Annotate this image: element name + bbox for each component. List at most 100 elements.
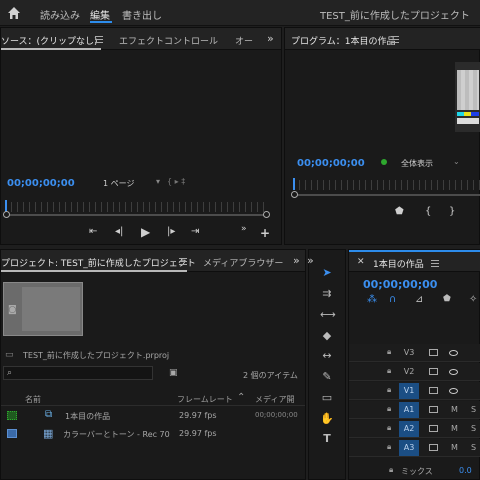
home-icon[interactable]: [6, 5, 22, 21]
tab-source[interactable]: ソース：(クリップなし): [1, 34, 98, 47]
item-name[interactable]: 1本目の作品: [65, 411, 110, 422]
lock-icon[interactable]: 🔒︎: [387, 385, 391, 395]
lock-icon[interactable]: 🔒︎: [387, 423, 391, 433]
sequence-tab[interactable]: 1本目の作品: [373, 257, 424, 270]
tab-audio-mixer[interactable]: オー: [235, 34, 253, 47]
label-color-icon[interactable]: [7, 429, 17, 438]
program-ruler[interactable]: [293, 180, 480, 190]
tab-effect-controls[interactable]: エフェクトコントロール: [119, 34, 218, 47]
track-target-v3[interactable]: V3: [399, 345, 419, 361]
step-back-icon[interactable]: ◂|: [115, 226, 123, 237]
sync-lock-icon[interactable]: [429, 349, 438, 356]
track-target-v1[interactable]: V1: [399, 383, 419, 399]
lock-icon[interactable]: 🔒︎: [387, 366, 391, 376]
lock-icon[interactable]: 🔒︎: [387, 347, 391, 357]
add-marker-icon[interactable]: ⬟: [395, 206, 404, 217]
source-zoom-bar[interactable]: [5, 214, 269, 216]
sync-lock-icon[interactable]: [429, 406, 438, 413]
tab-import[interactable]: 読み込み: [40, 7, 80, 22]
mute-button[interactable]: M: [451, 443, 458, 452]
mix-value[interactable]: 0.0: [459, 466, 472, 475]
go-to-in-icon[interactable]: ⇤: [89, 226, 97, 237]
render-status-icon: [381, 159, 387, 165]
item-count: 2 個のアイテム: [243, 371, 298, 380]
zoom-handle-right[interactable]: [263, 211, 270, 218]
step-forward-icon[interactable]: |▸: [167, 226, 175, 237]
sync-lock-icon[interactable]: [429, 444, 438, 451]
project-thumbnail[interactable]: ◙: [3, 282, 83, 336]
track-select-tool-icon[interactable]: ⇉: [320, 287, 334, 301]
solo-button[interactable]: S: [471, 443, 476, 452]
add-button-icon[interactable]: +: [260, 226, 270, 240]
source-timecode[interactable]: 00;00;00;00: [7, 178, 75, 189]
new-bin-icon[interactable]: ▣: [169, 368, 178, 378]
program-timecode[interactable]: 00;00;00;00: [297, 158, 365, 169]
sync-lock-icon[interactable]: [429, 387, 438, 394]
hand-tool-icon[interactable]: ✋: [320, 412, 334, 426]
mark-in-icon[interactable]: {: [425, 206, 431, 217]
track-target-a3[interactable]: A3: [399, 440, 419, 456]
solo-button[interactable]: S: [471, 405, 476, 414]
lock-icon[interactable]: 🔒︎: [387, 442, 391, 452]
mark-out-icon[interactable]: }: [449, 206, 455, 217]
sync-lock-icon[interactable]: [429, 368, 438, 375]
sync-lock-icon[interactable]: [429, 425, 438, 432]
overflow-chevron-icon[interactable]: »: [307, 254, 314, 267]
overflow-chevron-icon[interactable]: »: [267, 32, 274, 45]
slip-tool-icon[interactable]: ↔: [320, 349, 334, 363]
zoom-handle-left[interactable]: [291, 191, 298, 198]
zoom-handle-left[interactable]: [3, 211, 10, 218]
column-framerate[interactable]: フレームレート: [177, 394, 233, 405]
mute-button[interactable]: M: [451, 405, 458, 414]
overflow-chevron-icon[interactable]: »: [241, 224, 247, 234]
lock-icon[interactable]: 🔒︎: [387, 404, 391, 414]
search-input[interactable]: ⌕: [3, 366, 153, 380]
mute-button[interactable]: M: [451, 424, 458, 433]
eye-icon[interactable]: [449, 388, 458, 394]
close-icon[interactable]: ✕: [357, 257, 365, 267]
sort-up-icon[interactable]: ⌃: [237, 392, 245, 403]
pen-tool-icon[interactable]: ✎: [320, 370, 334, 384]
nest-icon[interactable]: ⁂: [367, 294, 377, 305]
go-to-out-icon[interactable]: ⇥: [191, 226, 199, 237]
timeline-timecode[interactable]: 00;00;00;00: [363, 278, 437, 291]
panel-menu-icon[interactable]: [391, 36, 399, 43]
track-target-v2[interactable]: V2: [399, 364, 419, 380]
play-icon[interactable]: ▶: [141, 225, 150, 239]
lock-icon[interactable]: 🔒︎: [389, 465, 393, 475]
ripple-edit-tool-icon[interactable]: ⟷: [320, 308, 336, 322]
tab-edit[interactable]: 編集: [90, 7, 110, 22]
settings-icon[interactable]: ✧: [469, 294, 477, 305]
rectangle-tool-icon[interactable]: ▭: [320, 391, 334, 405]
add-marker-icon[interactable]: ⬟: [443, 294, 451, 304]
snap-icon[interactable]: ∩: [389, 294, 396, 305]
tab-export[interactable]: 書き出し: [122, 7, 162, 22]
source-ruler[interactable]: [5, 202, 269, 212]
project-row[interactable]: ⧉ 1本目の作品 29.97 fps 00;00;00;00: [1, 408, 305, 424]
panel-menu-icon[interactable]: [431, 260, 439, 267]
project-row[interactable]: ▦ カラーバーとトーン - Rec 70 29.97 fps: [1, 426, 305, 442]
selection-tool-icon[interactable]: ➤: [320, 266, 334, 280]
tab-project[interactable]: プロジェクト: TEST_前に作成したプロジェクト: [1, 256, 196, 269]
linked-selection-icon[interactable]: ⊿: [415, 294, 423, 305]
program-title[interactable]: プログラム：1本目の作品: [291, 34, 395, 47]
page-select[interactable]: 1 ページ ▾: [101, 177, 167, 189]
eye-icon[interactable]: [449, 350, 458, 356]
playhead[interactable]: [293, 178, 295, 190]
track-target-a1[interactable]: A1: [399, 402, 419, 418]
razor-tool-icon[interactable]: ◆: [320, 329, 334, 343]
label-color-icon[interactable]: [7, 411, 17, 420]
overflow-chevron-icon[interactable]: »: [293, 254, 300, 267]
panel-menu-icon[interactable]: [95, 36, 103, 43]
track-target-a2[interactable]: A2: [399, 421, 419, 437]
column-name[interactable]: 名前: [25, 394, 41, 405]
eye-icon[interactable]: [449, 369, 458, 375]
program-zoom-bar[interactable]: [293, 194, 480, 196]
fit-select[interactable]: 全体表示 ⌄: [397, 156, 463, 169]
column-media[interactable]: メディア開: [255, 394, 294, 405]
panel-menu-icon[interactable]: [179, 258, 187, 265]
solo-button[interactable]: S: [471, 424, 476, 433]
item-name[interactable]: カラーバーとトーン - Rec 70: [63, 429, 170, 440]
type-tool-icon[interactable]: T: [320, 432, 334, 446]
tab-media-browser[interactable]: メディアブラウザー: [203, 256, 283, 269]
